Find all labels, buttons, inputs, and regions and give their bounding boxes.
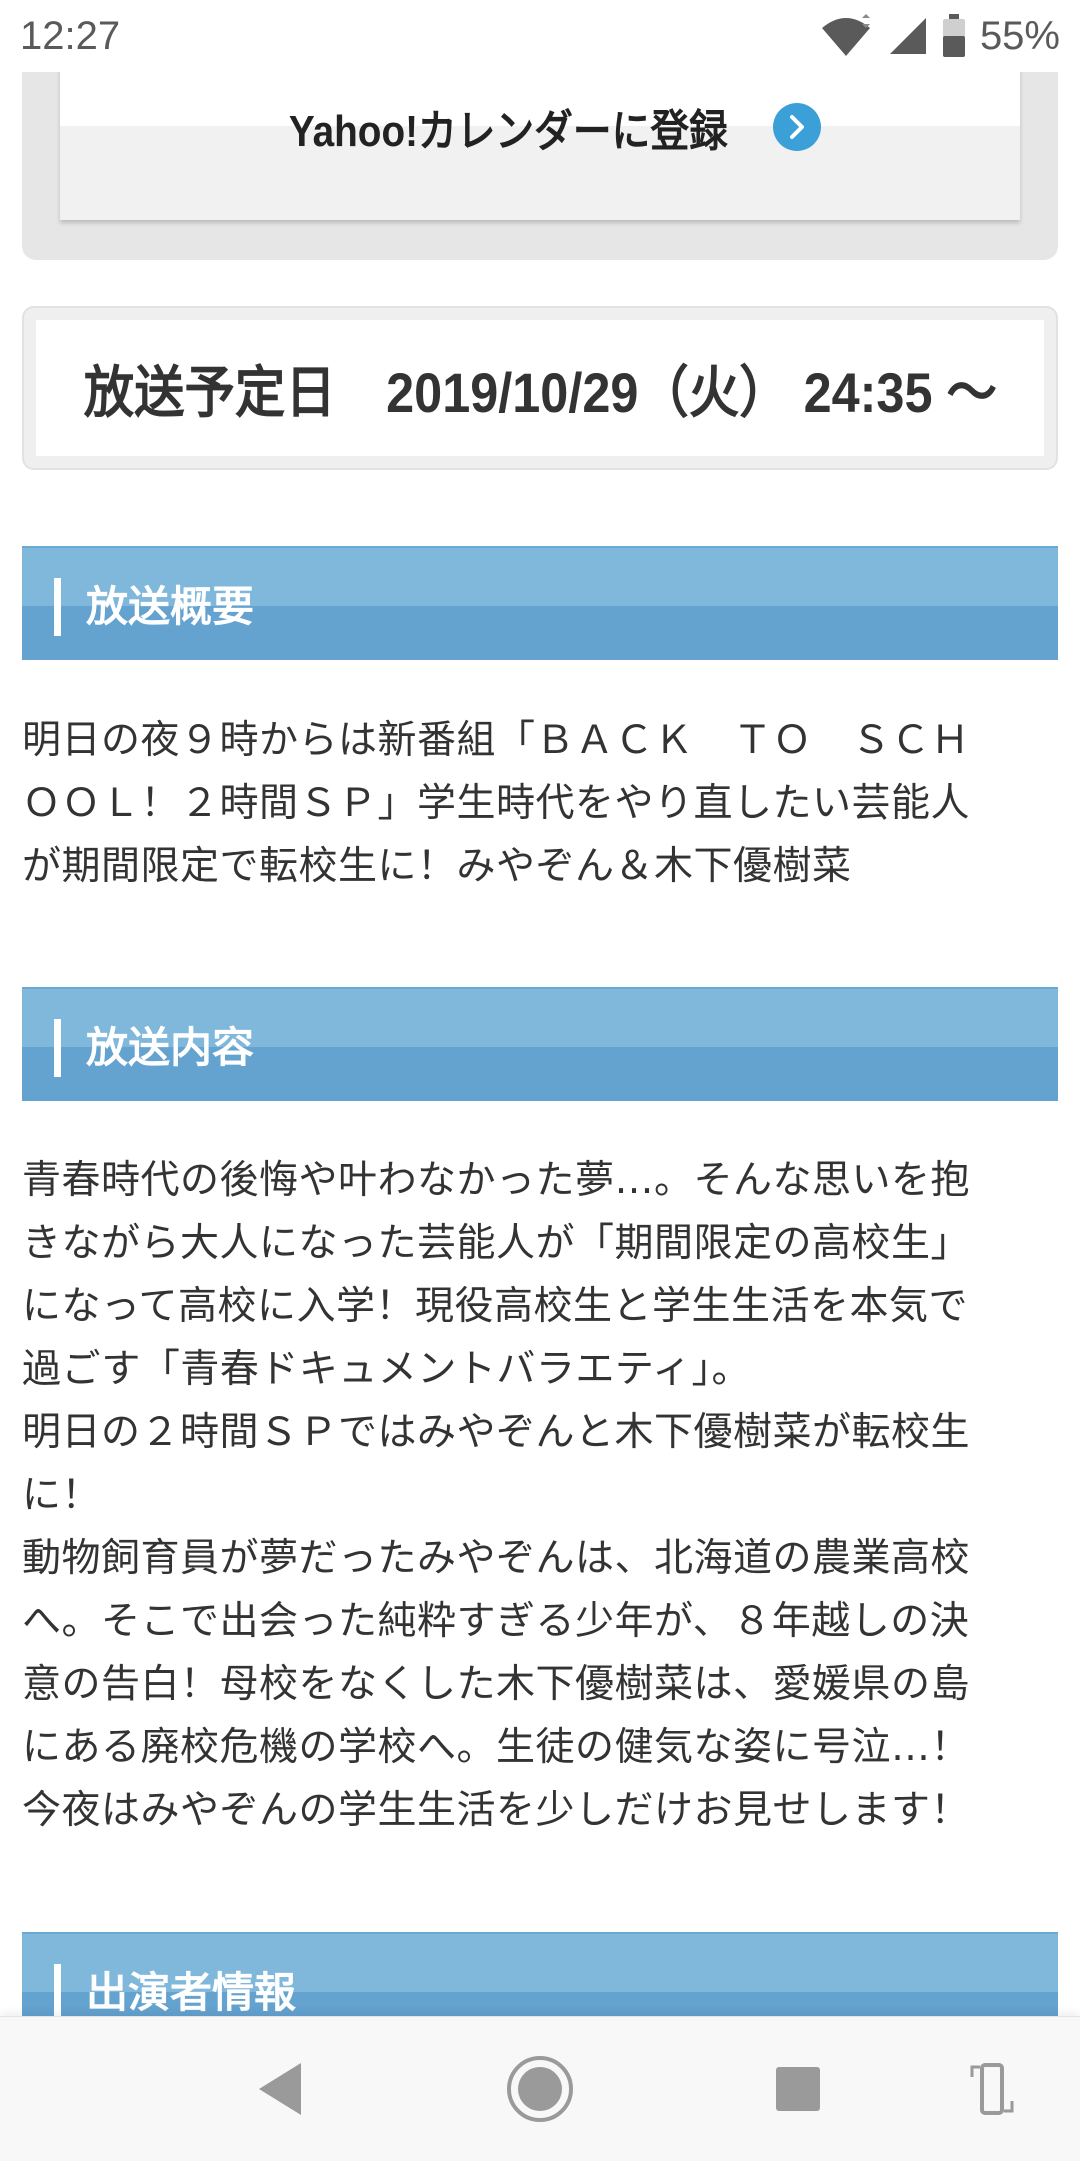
home-circle-icon[interactable] (504, 2053, 576, 2125)
broadcast-date-inner: 放送予定日 2019/10/29（火） 24:35 〜 (36, 320, 1044, 456)
broadcast-date-card: 放送予定日 2019/10/29（火） 24:35 〜 (22, 306, 1058, 470)
battery-percent: 55% (979, 13, 1060, 58)
section-header-bar (54, 578, 61, 636)
section-header-content: 放送内容 (22, 987, 1058, 1101)
section-title-cast: 出演者情報 (86, 1968, 297, 2017)
signal-icon (888, 16, 928, 56)
chevron-right-circle-icon (773, 103, 822, 151)
section-header-overview: 放送概要 (22, 546, 1058, 660)
broadcast-date-text: 放送予定日 2019/10/29（火） 24:35 〜 (83, 360, 997, 424)
calendar-button-label: Yahoo!カレンダーに登録 (288, 107, 728, 156)
recents-square-icon[interactable] (762, 2053, 834, 2125)
section-title-content: 放送内容 (86, 1023, 255, 1072)
status-icons: 55% (818, 12, 1060, 60)
content-text: 青春時代の後悔や叶わなかった夢…。そんな思いを抱 きながら大人になった芸能人が「… (22, 1158, 971, 1833)
section-title-overview: 放送概要 (86, 582, 255, 631)
rotate-icon[interactable] (956, 2053, 1028, 2125)
wifi-icon (818, 14, 874, 58)
status-time: 12:27 (20, 14, 121, 58)
calendar-card: Yahoo!カレンダーに登録 (22, 64, 1058, 260)
section-header-bar (54, 1964, 61, 2022)
add-to-yahoo-calendar-button[interactable]: Yahoo!カレンダーに登録 (60, 102, 1020, 156)
calendar-card-inner: Yahoo!カレンダーに登録 (60, 64, 1020, 220)
battery-icon (942, 14, 966, 58)
back-triangle-icon[interactable] (244, 2053, 316, 2125)
section-header-bar (54, 1019, 61, 1077)
status-bar: 12:27 55% (0, 0, 1080, 72)
overview-text: 明日の夜９時からは新番組「ＢＡＣＫ ＴＯ ＳＣＨ ＯＯＬ！２時間ＳＰ」学生時代を… (22, 718, 971, 889)
navigation-bar (0, 2016, 1080, 2161)
